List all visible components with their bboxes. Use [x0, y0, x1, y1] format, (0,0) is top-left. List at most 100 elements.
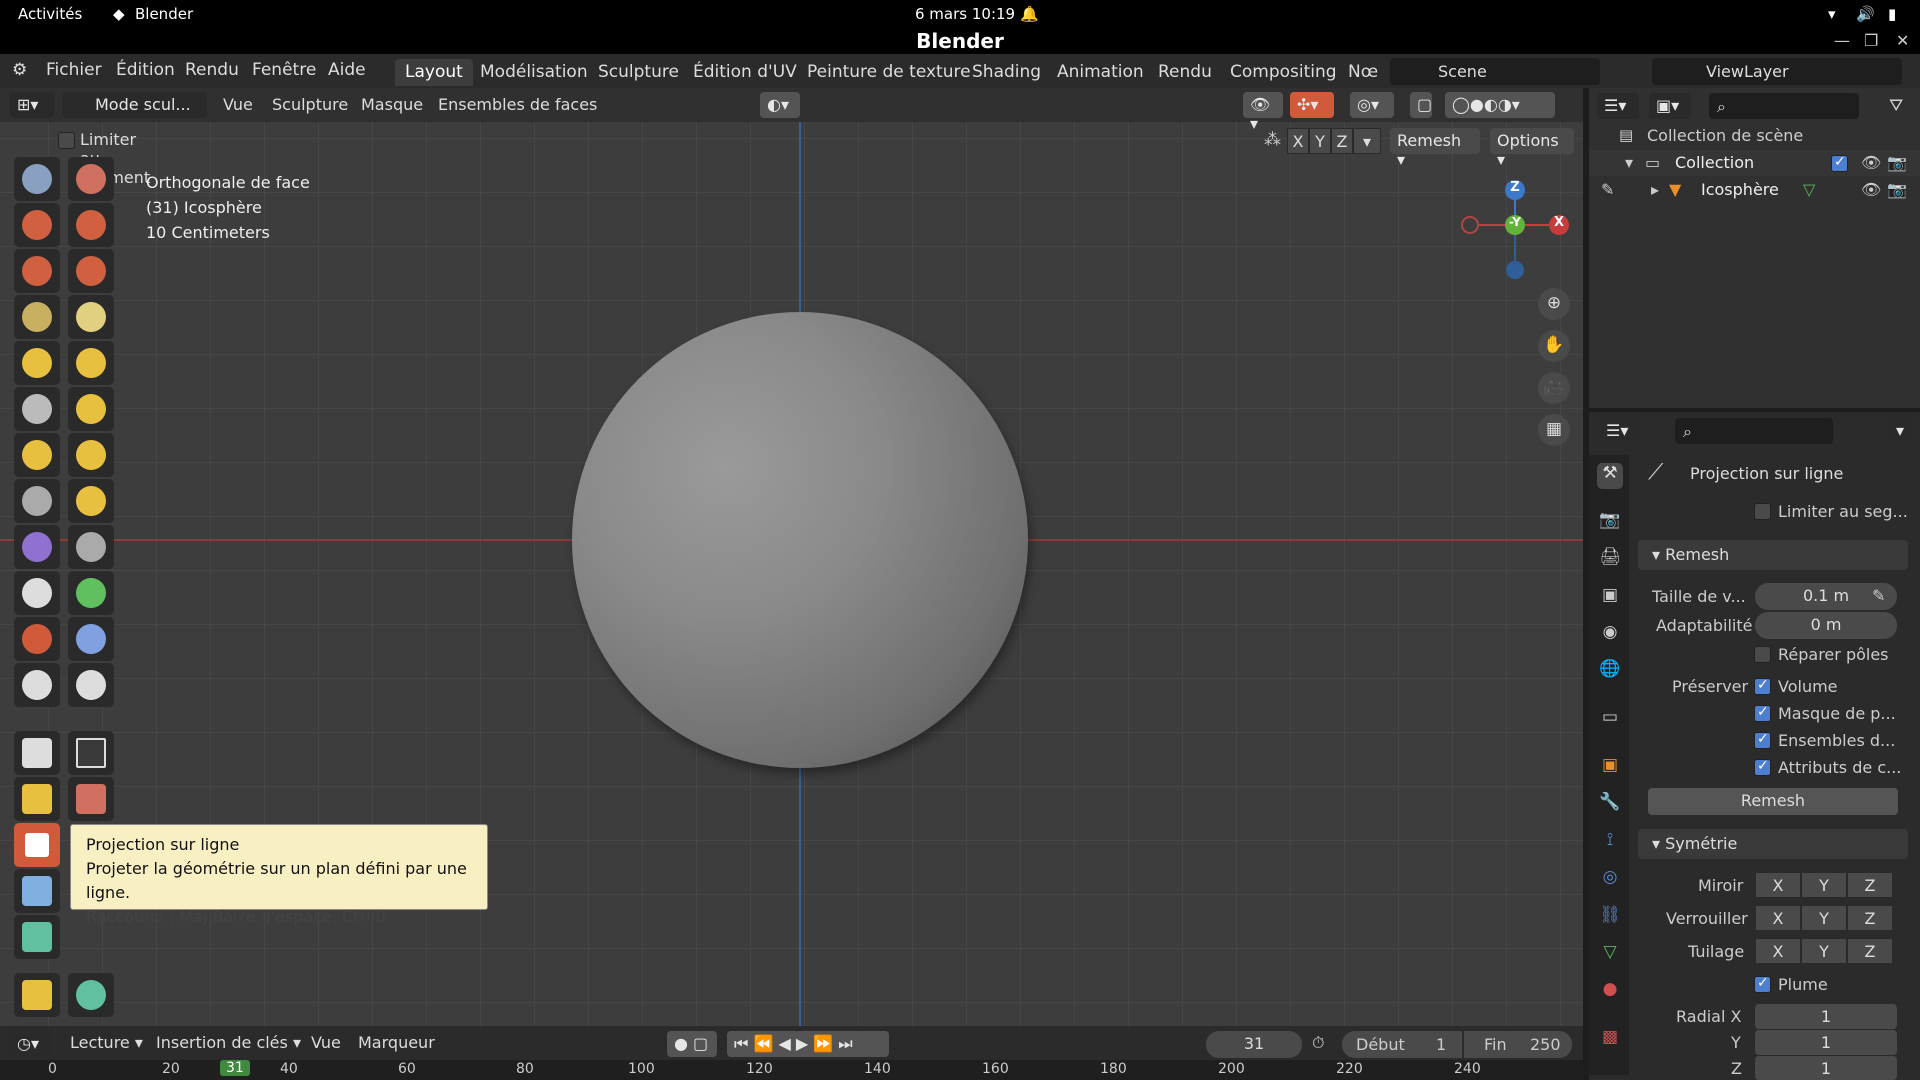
tool-box-trim[interactable]	[68, 777, 114, 821]
radial-y-field[interactable]: 1	[1755, 1030, 1897, 1055]
properties-options-icon[interactable]: ▾	[1889, 418, 1913, 444]
camera-icon[interactable]: 🎥	[1538, 372, 1570, 404]
activities-button[interactable]: Activités	[18, 5, 82, 23]
tool-scrape[interactable]	[14, 433, 60, 477]
menu-file[interactable]: Fichier	[46, 60, 102, 80]
brush-mode-icon[interactable]: ✎	[1601, 180, 1614, 199]
playback-menu[interactable]: Lecture ▾	[70, 1033, 143, 1052]
world-tab-icon[interactable]: 🌐	[1597, 659, 1623, 685]
fix-poles-checkbox[interactable]	[1754, 646, 1771, 663]
object-tab-icon[interactable]: ▣	[1597, 755, 1623, 781]
icosphere-object[interactable]	[572, 312, 1028, 768]
data-tab-icon[interactable]: ▽	[1597, 942, 1623, 968]
record-button[interactable]: ● ▢	[667, 1031, 717, 1057]
remesh-panel-header[interactable]: ▾ Remesh	[1638, 540, 1908, 570]
texture-tab-icon[interactable]: ▩	[1597, 1027, 1623, 1053]
physics-tab-icon[interactable]: ◎	[1597, 867, 1623, 893]
tool-rotate[interactable]	[68, 617, 114, 661]
outliner-search-input[interactable]: ⌕	[1709, 93, 1859, 119]
tool-smooth[interactable]	[68, 341, 114, 385]
object-eye-icon[interactable]: 👁	[1861, 180, 1881, 199]
options-dropdown[interactable]: Options ▾	[1490, 128, 1574, 169]
collection-tab-icon[interactable]: ▭	[1597, 707, 1623, 733]
material-tab-icon[interactable]: ●	[1597, 979, 1623, 1005]
tool-transform[interactable]	[68, 973, 114, 1017]
scene-tab-icon[interactable]: ◉	[1597, 622, 1623, 648]
mirror-z[interactable]: Z	[1847, 872, 1893, 898]
tool-blob[interactable]	[68, 295, 114, 339]
tool-elastic-deform[interactable]	[14, 525, 60, 569]
minimize-icon[interactable]: —	[1834, 31, 1850, 50]
tool-fill[interactable]	[68, 387, 114, 431]
perspective-grid-icon[interactable]: ▦	[1538, 414, 1570, 446]
sym-z-toggle[interactable]: Z	[1331, 128, 1353, 154]
overlay-toggle-icon[interactable]: ◎▾	[1350, 92, 1394, 118]
symmetry-panel-header[interactable]: ▾ Symétrie	[1638, 829, 1908, 859]
visibility-icon[interactable]: 👁▾	[1243, 92, 1283, 133]
object-label[interactable]: Icosphère	[1701, 180, 1779, 199]
output-tab-icon[interactable]: 🖨	[1597, 547, 1623, 573]
tool-snake-hook[interactable]	[68, 525, 114, 569]
playback-controls[interactable]: ⏮ ⏪ ◀ ▶ ⏩ ⏭	[727, 1031, 889, 1057]
app-menu[interactable]: Blender	[135, 5, 193, 23]
tool-multiplane-scrape[interactable]	[68, 433, 114, 477]
mesh-data-icon[interactable]: ▽	[1803, 180, 1815, 199]
filter-icon[interactable]: ⛛	[1889, 96, 1903, 116]
tool-draw[interactable]	[14, 157, 60, 201]
maximize-icon[interactable]: ❐	[1864, 31, 1878, 50]
volume-checkbox[interactable]	[1754, 677, 1771, 695]
battery-icon[interactable]: ▮	[1888, 5, 1896, 23]
tab-nodes[interactable]: Nœ	[1338, 59, 1388, 86]
render-tab-icon[interactable]: 📷	[1597, 510, 1623, 536]
tab-uv-editing[interactable]: Édition d'UV	[683, 59, 807, 86]
tool-boundary[interactable]	[68, 663, 114, 707]
tool-box-mask[interactable]	[68, 731, 114, 775]
tab-sculpting[interactable]: Sculpture	[588, 59, 689, 86]
shading-modes[interactable]: ◯●◐◑▾	[1445, 92, 1555, 118]
object-camera-icon[interactable]: 📷	[1887, 180, 1907, 199]
menu-render[interactable]: Rendu	[185, 60, 239, 80]
tool-mask[interactable]	[14, 731, 60, 775]
gizmo-x[interactable]: X	[1549, 215, 1569, 235]
wifi-icon[interactable]: ▾	[1828, 5, 1836, 23]
gizmo-toggle-icon[interactable]: ✣▾	[1290, 92, 1334, 118]
timeline-view-menu[interactable]: Vue	[311, 1033, 341, 1052]
tool-layer[interactable]	[68, 249, 114, 293]
tool-cloth-filter[interactable]	[14, 915, 60, 959]
lock-y[interactable]: Y	[1801, 905, 1847, 931]
tool-line-project[interactable]	[14, 823, 60, 867]
sym-dropdown[interactable]: ▾	[1353, 128, 1381, 154]
timeline-ruler[interactable]: 0 20 31 40 60 80 100 120 140 160 180 200…	[0, 1060, 1583, 1080]
outliner-editor-icon[interactable]: ☰▾	[1597, 93, 1639, 119]
pan-hand-icon[interactable]: ✋	[1538, 330, 1570, 362]
blender-logo-icon[interactable]: ⚙	[12, 60, 27, 80]
symmetry-icon[interactable]: ⁂	[1264, 130, 1281, 150]
collection-expand-icon[interactable]: ▾	[1625, 153, 1633, 172]
gizmo-neg-x[interactable]	[1461, 216, 1479, 234]
current-frame-marker[interactable]: 31	[220, 1060, 250, 1076]
gizmo-neg-z[interactable]	[1506, 261, 1524, 279]
menu-mask[interactable]: Masque	[361, 95, 423, 114]
tab-modeling[interactable]: Modélisation	[470, 59, 598, 86]
tool-pose[interactable]	[68, 571, 114, 615]
modifier-tab-icon[interactable]: 🔧	[1597, 792, 1623, 818]
menu-help[interactable]: Aide	[328, 60, 366, 80]
tab-compositing[interactable]: Compositing	[1220, 59, 1347, 86]
collection-label[interactable]: Collection	[1675, 153, 1754, 172]
collection-camera-icon[interactable]: 📷	[1887, 153, 1907, 172]
volume-icon[interactable]: 🔊	[1856, 5, 1875, 23]
view-layer-tab-icon[interactable]: ▣	[1597, 585, 1623, 611]
tab-rendering[interactable]: Rendu	[1148, 59, 1222, 86]
tool-draw-sharp[interactable]	[68, 157, 114, 201]
tool-inflate[interactable]	[14, 295, 60, 339]
tool-clay[interactable]	[14, 203, 60, 247]
menu-view[interactable]: Vue	[223, 95, 253, 114]
gizmo-z[interactable]: Z	[1505, 180, 1525, 200]
sym-x-toggle[interactable]: X	[1287, 128, 1309, 154]
tool-grab[interactable]	[68, 479, 114, 523]
end-frame-field[interactable]: Fin 250	[1464, 1031, 1572, 1058]
mirror-x[interactable]: X	[1755, 872, 1801, 898]
adaptivity-field[interactable]: 0 m	[1755, 612, 1897, 639]
tool-thumb[interactable]	[14, 571, 60, 615]
menu-edit[interactable]: Édition	[116, 60, 175, 80]
